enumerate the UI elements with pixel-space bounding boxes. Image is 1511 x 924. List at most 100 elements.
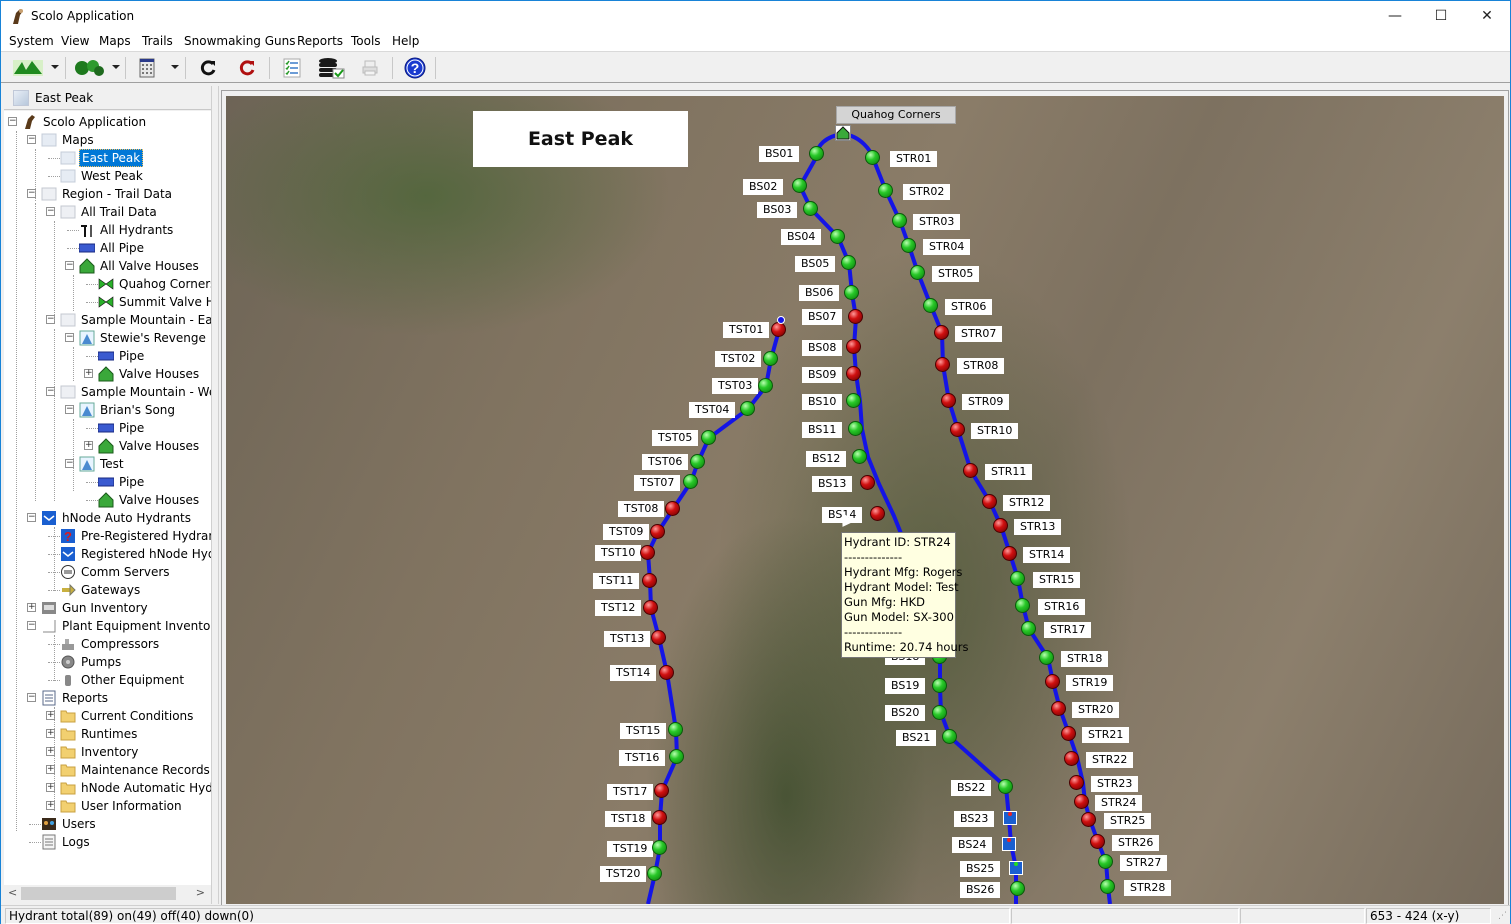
- tree-item-other-equipment[interactable]: Other Equipment: [60, 671, 186, 689]
- hydrant-off-icon[interactable]: [982, 494, 997, 509]
- tree-item-east-peak[interactable]: East Peak: [60, 149, 144, 167]
- hydrant-off-icon[interactable]: [934, 325, 949, 340]
- maximize-button[interactable]: ☐: [1418, 1, 1464, 31]
- menu-help[interactable]: Help: [392, 34, 419, 48]
- tree-item-all-pipe[interactable]: All Pipe: [79, 239, 146, 257]
- tree-item-runtimes[interactable]: Runtimes: [60, 725, 139, 743]
- menu-reports[interactable]: Reports: [297, 34, 343, 48]
- tree-item-all-trail-data[interactable]: All Trail Data: [60, 203, 159, 221]
- collapse-toggle-icon[interactable]: −: [8, 117, 17, 126]
- menu-view[interactable]: View: [61, 34, 89, 48]
- expand-toggle-icon[interactable]: +: [27, 603, 36, 612]
- hydrant-on-icon[interactable]: [683, 474, 698, 489]
- tree-item-brian-s-song[interactable]: Brian's Song: [79, 401, 177, 419]
- map-view-dropdown-icon[interactable]: [51, 65, 59, 69]
- hydrant-on-icon[interactable]: [923, 298, 938, 313]
- checklist-button[interactable]: [281, 56, 303, 80]
- tree-item-pipe[interactable]: Pipe: [98, 419, 146, 437]
- hydrant-off-icon[interactable]: [963, 463, 978, 478]
- scroll-right-icon[interactable]: >: [196, 886, 205, 899]
- tree-item-current-conditions[interactable]: Current Conditions: [60, 707, 195, 725]
- scroll-left-icon[interactable]: <: [8, 886, 17, 899]
- database-check-button[interactable]: [317, 56, 347, 80]
- tree-item-scolo-application[interactable]: Scolo Application: [22, 113, 148, 131]
- tree-item-pipe[interactable]: Pipe: [98, 347, 146, 365]
- resize-grip-icon[interactable]: ⋰: [1498, 911, 1507, 921]
- collapse-toggle-icon[interactable]: −: [65, 261, 74, 270]
- trees-view-dropdown-icon[interactable]: [112, 65, 120, 69]
- collapse-toggle-icon[interactable]: −: [27, 513, 36, 522]
- calculator-dropdown-icon[interactable]: [171, 65, 179, 69]
- hydrant-off-icon[interactable]: [935, 357, 950, 372]
- tree-item-west-peak[interactable]: West Peak: [60, 167, 145, 185]
- hydrant-on-icon[interactable]: [758, 378, 773, 393]
- hydrant-off-icon[interactable]: [642, 573, 657, 588]
- tree-item-compressors[interactable]: Compressors: [60, 635, 161, 653]
- hydrant-on-icon[interactable]: [1039, 650, 1054, 665]
- tree-item-maintenance-records[interactable]: Maintenance Records: [60, 761, 211, 779]
- hydrant-on-icon[interactable]: [740, 401, 755, 416]
- collapse-toggle-icon[interactable]: −: [46, 207, 55, 216]
- tree-item-plant-equipment-inventory[interactable]: Plant Equipment Inventory: [41, 617, 211, 635]
- hydrant-on-icon[interactable]: [809, 146, 824, 161]
- hydrant-off-icon[interactable]: [1074, 794, 1089, 809]
- hydrant-on-icon[interactable]: [932, 705, 947, 720]
- hydrant-off-icon[interactable]: [771, 322, 786, 337]
- hydrant-off-icon[interactable]: [1064, 751, 1079, 766]
- tree-item-sample-mountain-wes[interactable]: Sample Mountain - Wes: [60, 383, 211, 401]
- hydrant-on-icon[interactable]: [803, 201, 818, 216]
- hydrant-on-icon[interactable]: [763, 351, 778, 366]
- hydrant-on-icon[interactable]: [669, 749, 684, 764]
- tree-item-all-hydrants[interactable]: All Hydrants: [79, 221, 175, 239]
- tree-item-user-information[interactable]: User Information: [60, 797, 184, 815]
- trees-view-button[interactable]: [72, 56, 106, 80]
- hydrant-on-icon[interactable]: [792, 178, 807, 193]
- menu-tools[interactable]: Tools: [351, 34, 381, 48]
- hydrant-on-icon[interactable]: [865, 150, 880, 165]
- collapse-toggle-icon[interactable]: −: [65, 405, 74, 414]
- tree-item-hnode-automatic-hydra[interactable]: hNode Automatic Hydra: [60, 779, 211, 797]
- collapse-toggle-icon[interactable]: −: [27, 135, 36, 144]
- print-button[interactable]: [359, 56, 381, 80]
- calculator-button[interactable]: [137, 56, 157, 80]
- close-button[interactable]: ✕: [1464, 1, 1510, 31]
- refresh-all-button[interactable]: [236, 56, 258, 80]
- refresh-button[interactable]: [197, 56, 219, 80]
- tree-item-comm-servers[interactable]: Comm Servers: [60, 563, 172, 581]
- hydrant-on-icon[interactable]: [1021, 621, 1036, 636]
- hydrant-on-icon[interactable]: [1100, 879, 1115, 894]
- hydrant-off-icon[interactable]: [950, 422, 965, 437]
- hydrant-on-icon[interactable]: [901, 238, 916, 253]
- hydrant-on-icon[interactable]: [1015, 598, 1030, 613]
- menu-system[interactable]: System: [9, 34, 54, 48]
- hydrant-off-icon[interactable]: [941, 393, 956, 408]
- tree-item-hnode-auto-hydrants[interactable]: hNode Auto Hydrants: [41, 509, 193, 527]
- tree-item-registered-hnode-hydra[interactable]: Registered hNode Hydra: [60, 545, 211, 563]
- tree-item-pipe[interactable]: Pipe: [98, 473, 146, 491]
- minimize-button[interactable]: —: [1372, 1, 1418, 31]
- hydrant-on-icon[interactable]: [942, 729, 957, 744]
- hydrant-off-icon[interactable]: [652, 810, 667, 825]
- hydrant-on-icon[interactable]: [892, 213, 907, 228]
- hydrant-off-icon[interactable]: [650, 524, 665, 539]
- menu-trails[interactable]: Trails: [142, 34, 173, 48]
- hydrant-off-icon[interactable]: [1081, 812, 1096, 827]
- panel-splitter[interactable]: [211, 86, 219, 904]
- tree-item-maps[interactable]: Maps: [41, 131, 96, 149]
- hydrant-on-icon[interactable]: [846, 393, 861, 408]
- menu-maps[interactable]: Maps: [99, 34, 131, 48]
- tree-item-users[interactable]: Users: [41, 815, 98, 833]
- hydrant-on-icon[interactable]: [1098, 854, 1113, 869]
- hydrant-off-icon[interactable]: [870, 506, 885, 521]
- hydrant-on-icon[interactable]: [844, 285, 859, 300]
- tree-item-inventory[interactable]: Inventory: [60, 743, 140, 761]
- hydrant-on-icon[interactable]: [1010, 571, 1025, 586]
- hydrant-off-icon[interactable]: [993, 518, 1008, 533]
- expand-toggle-icon[interactable]: +: [84, 369, 93, 378]
- hydrant-off-icon[interactable]: [659, 665, 674, 680]
- tree-item-all-valve-houses[interactable]: All Valve Houses: [79, 257, 201, 275]
- hydrant-off-icon[interactable]: [643, 600, 658, 615]
- hydrant-off-icon[interactable]: [665, 501, 680, 516]
- scrollbar-thumb[interactable]: [21, 887, 176, 900]
- hydrant-off-icon[interactable]: [1051, 701, 1066, 716]
